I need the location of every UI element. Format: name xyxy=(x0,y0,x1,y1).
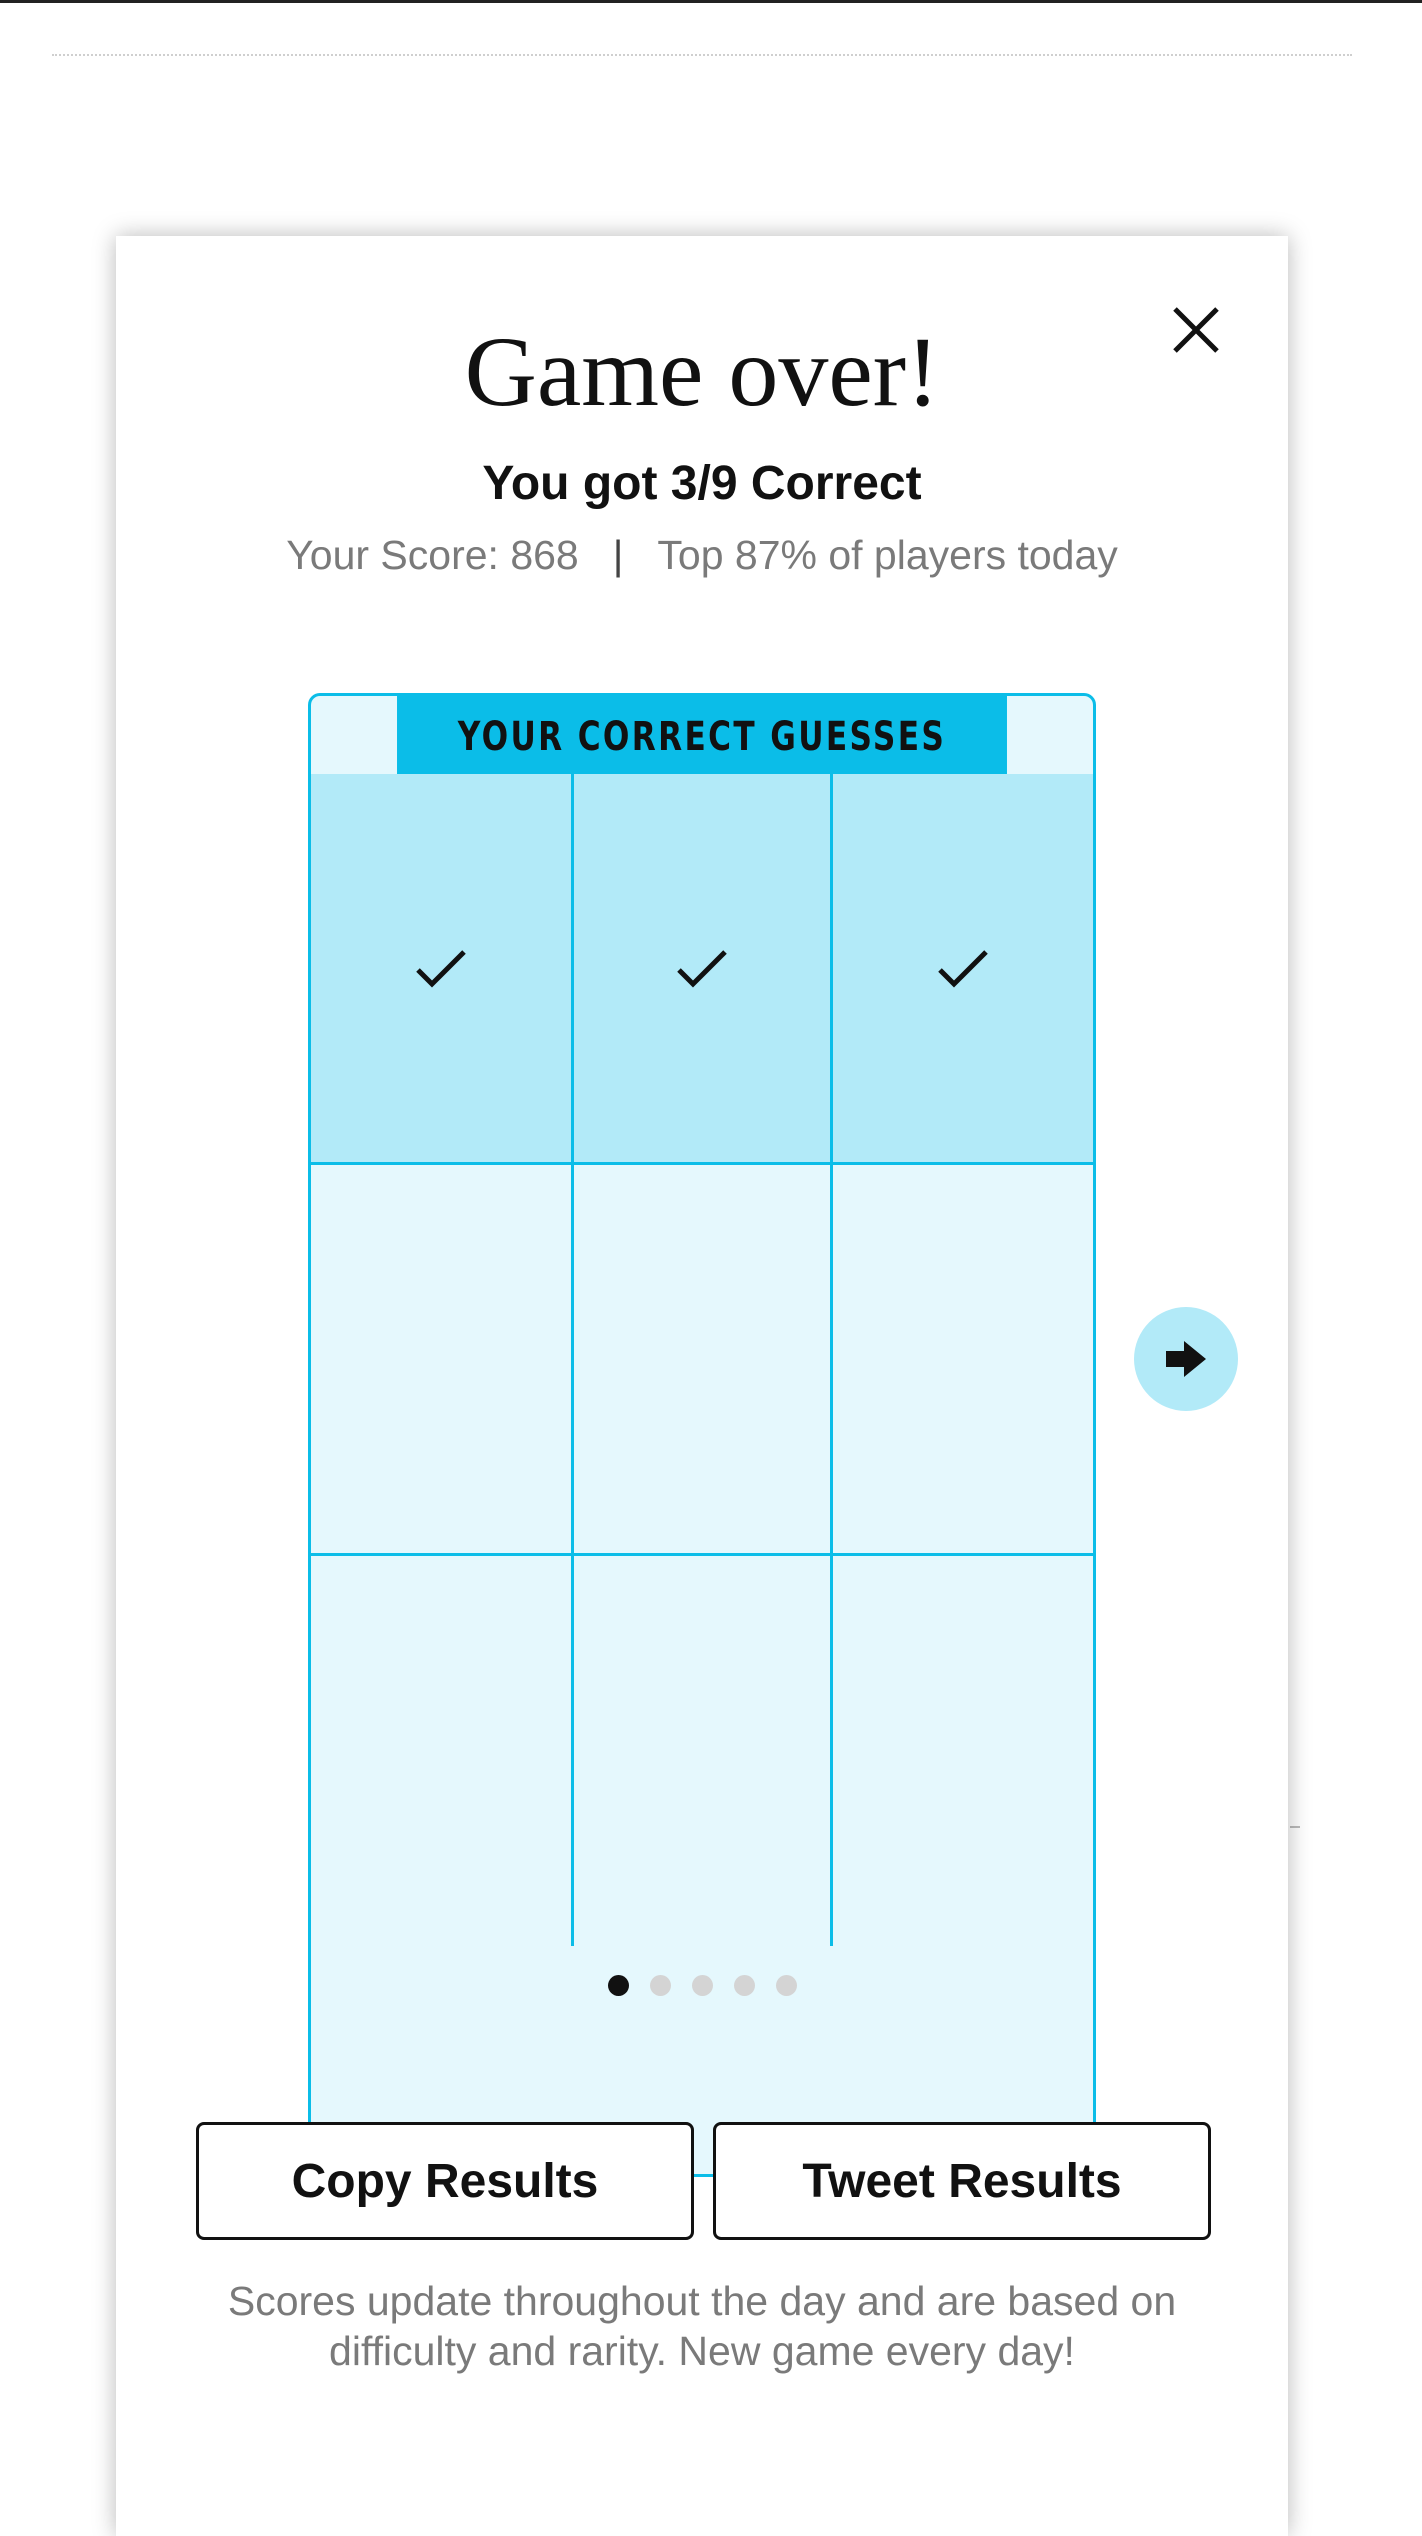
guess-grid xyxy=(311,774,1093,1946)
next-page-button[interactable] xyxy=(1134,1307,1238,1411)
grid-cell-empty xyxy=(833,1556,1093,1946)
grid-cell-correct xyxy=(833,774,1093,1165)
rank-text: Top 87% of players today xyxy=(657,532,1118,578)
checkmark-icon xyxy=(677,950,727,988)
pagination-dot[interactable] xyxy=(691,1975,713,1996)
grid-cell-correct xyxy=(574,774,833,1165)
grid-cell-empty xyxy=(311,1556,574,1946)
pagination-dot[interactable] xyxy=(607,1975,629,1996)
footnote-text: Scores update throughout the day and are… xyxy=(227,2278,1177,2374)
grid-cell-empty xyxy=(311,1165,574,1556)
checkmark-icon xyxy=(416,950,466,988)
stats-separator: | xyxy=(612,532,624,578)
pagination-dot[interactable] xyxy=(649,1975,671,1996)
dotted-divider xyxy=(52,54,1352,56)
correct-summary: You got 3/9 Correct xyxy=(482,457,922,510)
grid-cell-empty xyxy=(833,1165,1093,1556)
arrow-right-icon xyxy=(1166,1341,1206,1377)
pagination-dots xyxy=(116,1975,1288,1996)
game-over-modal: Game over! You got 3/9 Correct Your Scor… xyxy=(116,236,1288,2536)
grid-header: YOUR CORRECT GUESSES xyxy=(397,696,1007,774)
modal-title: Game over! xyxy=(464,316,940,427)
score-text: Your Score: 868 xyxy=(286,532,579,578)
page-tick-mark xyxy=(1290,1826,1300,1828)
pagination-dot[interactable] xyxy=(775,1975,797,1996)
correct-guesses-grid: YOUR CORRECT GUESSES xyxy=(308,693,1096,2177)
checkmark-icon xyxy=(938,950,988,988)
top-border xyxy=(0,0,1422,3)
score-stats: Your Score: 868 | Top 87% of players today xyxy=(116,532,1288,579)
pagination-dot[interactable] xyxy=(733,1975,755,1996)
tweet-results-button[interactable]: Tweet Results xyxy=(713,2122,1211,2240)
copy-results-button[interactable]: Copy Results xyxy=(196,2122,694,2240)
grid-cell-correct xyxy=(311,774,574,1165)
grid-cell-empty xyxy=(574,1556,833,1946)
grid-cell-empty xyxy=(574,1165,833,1556)
